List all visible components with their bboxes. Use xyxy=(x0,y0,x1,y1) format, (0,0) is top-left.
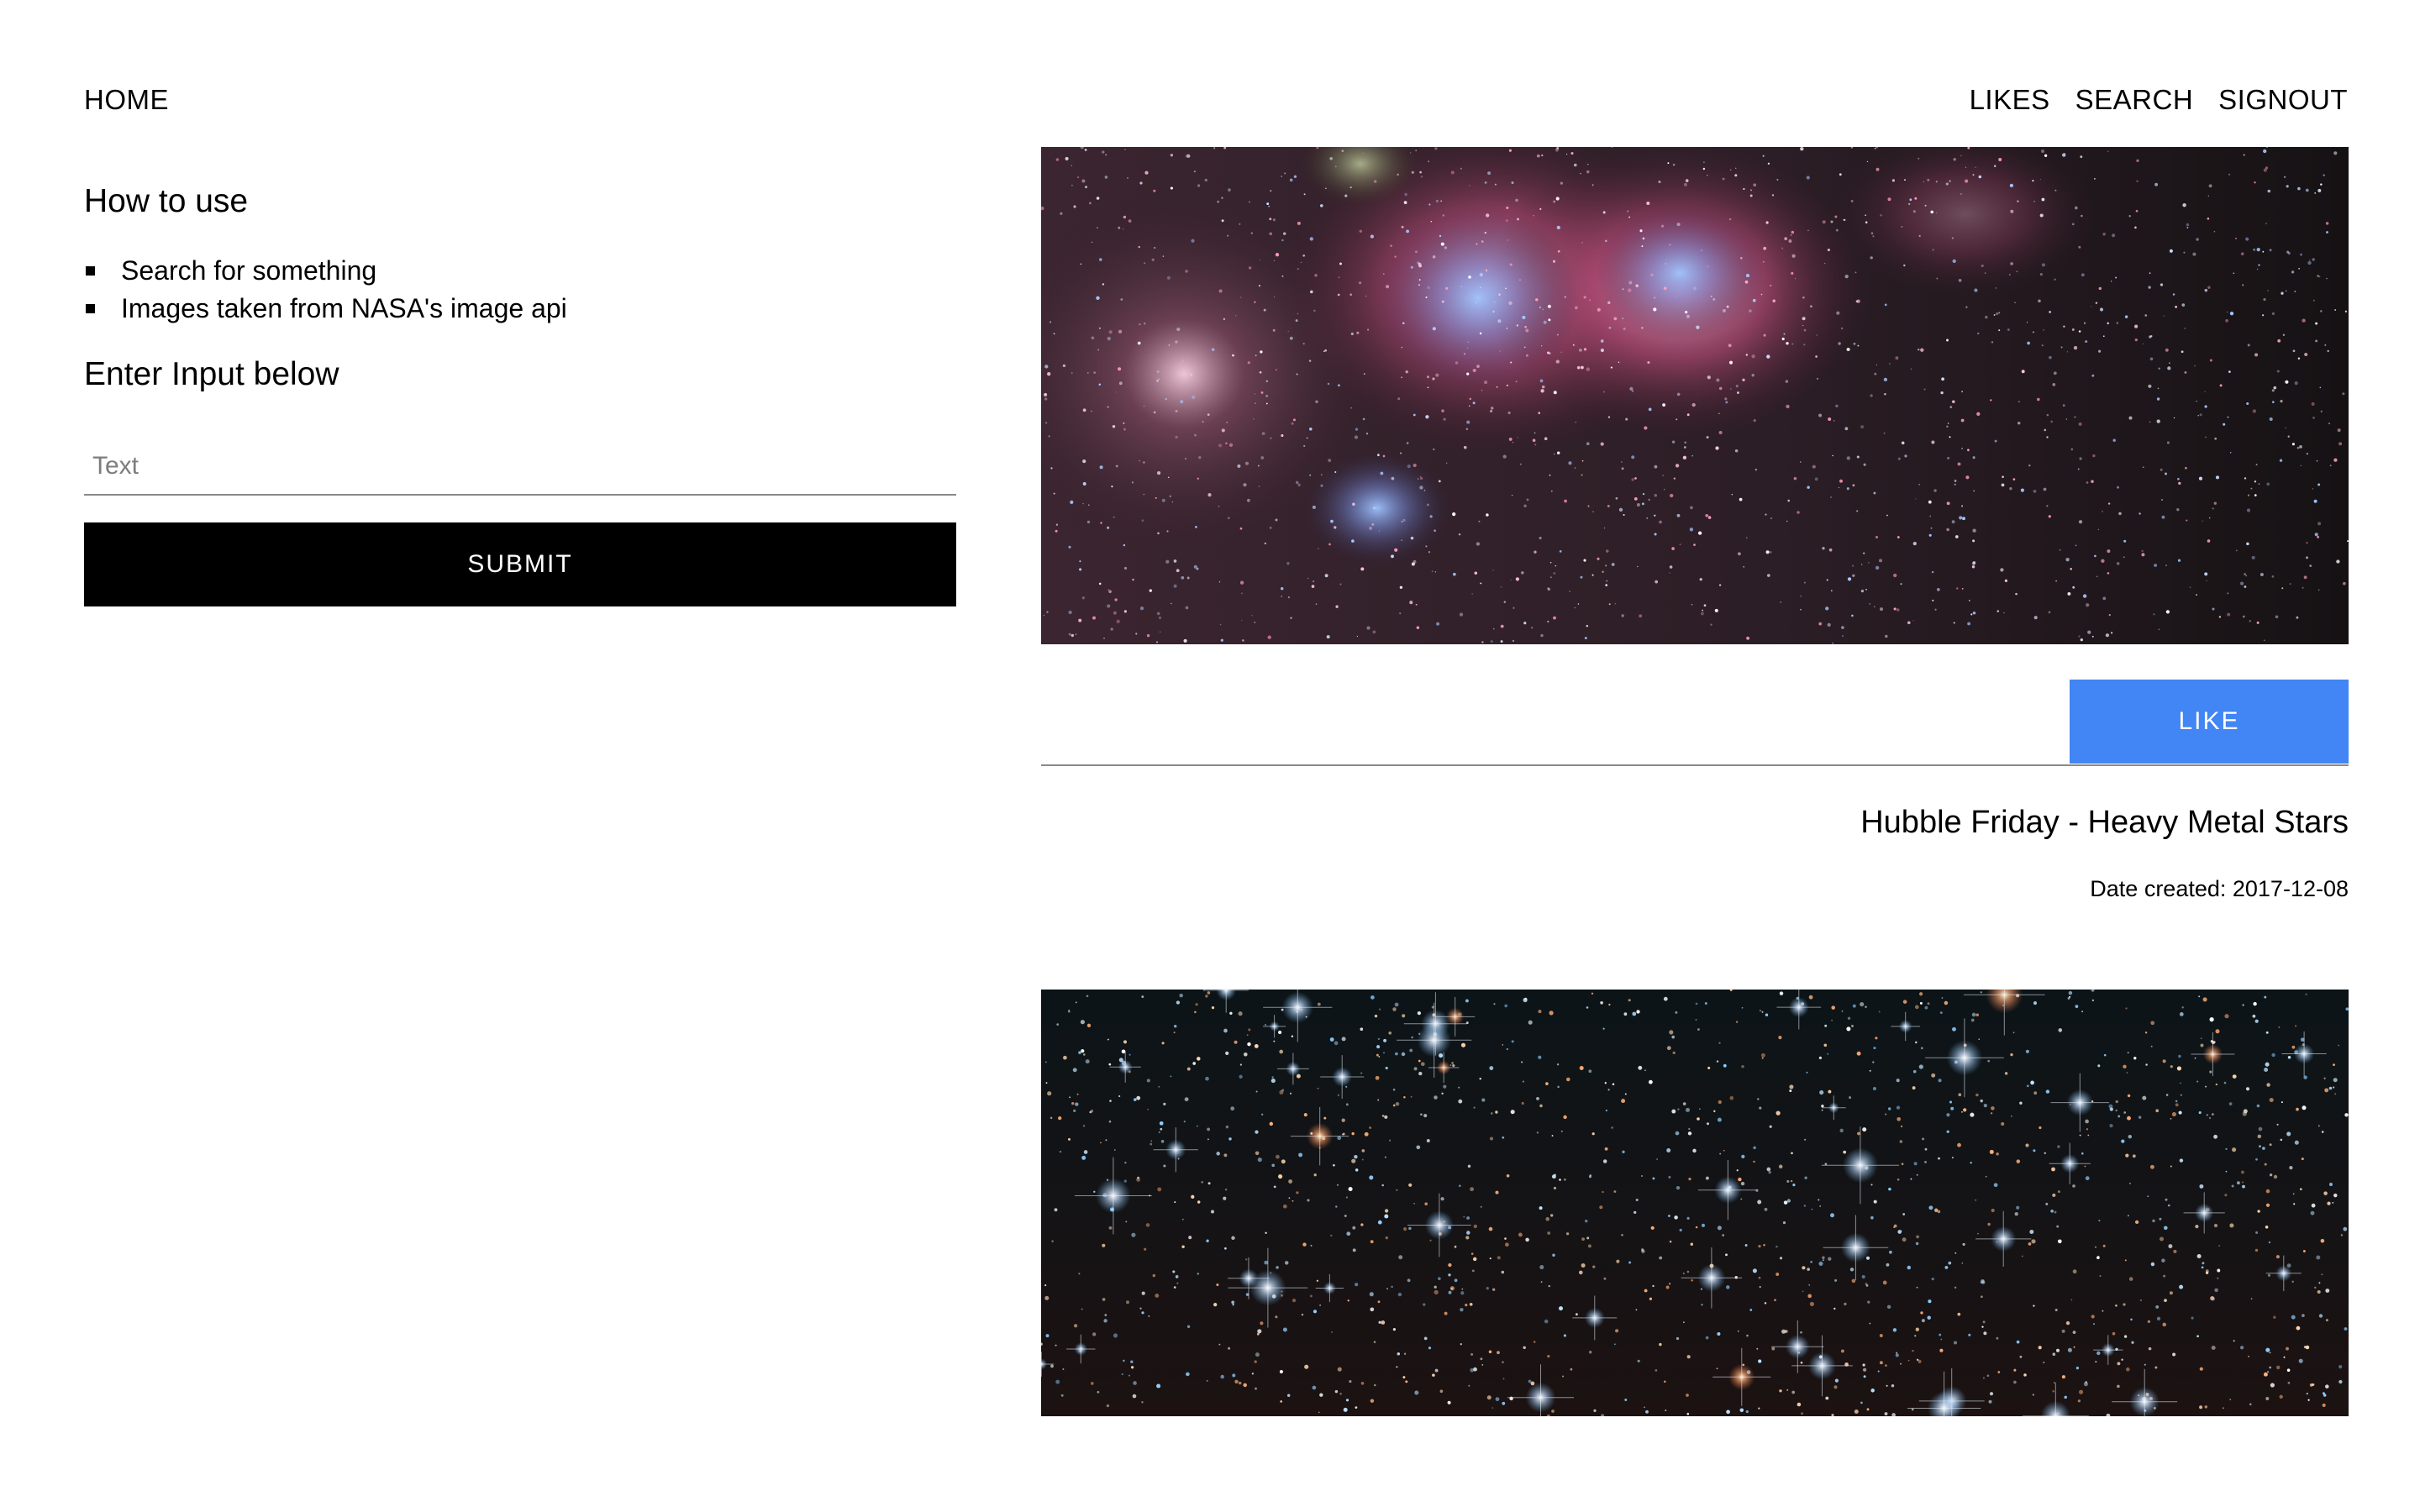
list-item-text: Search for something xyxy=(121,255,377,286)
list-item: Search for something xyxy=(84,252,956,290)
image-title: Hubble Friday - Heavy Metal Stars xyxy=(1860,805,2349,840)
how-to-use-heading: How to use xyxy=(84,183,249,219)
nav-likes-link[interactable]: LIKES xyxy=(1970,84,2050,116)
square-bullet-icon xyxy=(86,266,95,276)
enter-input-heading: Enter Input below xyxy=(84,356,339,392)
image-date: Date created: 2017-12-08 xyxy=(2090,876,2349,901)
nav-signout-link[interactable]: SIGNOUT xyxy=(2218,84,2348,116)
results-panel: LIKE Hubble Friday - Heavy Metal Stars D… xyxy=(1041,147,2349,1416)
result-card: LIKE Hubble Friday - Heavy Metal Stars D… xyxy=(1041,147,2349,1416)
list-item: Images taken from NASA's image api xyxy=(84,290,956,328)
usage-list: Search for something Images taken from N… xyxy=(84,252,956,328)
like-row: LIKE xyxy=(1041,644,2349,766)
nav-home-link[interactable]: HOME xyxy=(84,84,169,116)
square-bullet-icon xyxy=(86,304,95,313)
nav-search-link[interactable]: SEARCH xyxy=(2075,84,2194,116)
search-input[interactable] xyxy=(84,445,956,496)
star-cluster-image xyxy=(1041,990,2349,1416)
list-item-text: Images taken from NASA's image api xyxy=(121,293,567,323)
like-button[interactable]: LIKE xyxy=(2070,680,2349,764)
page: HOME LIKES SEARCH SIGNOUT How to use Sea… xyxy=(0,0,2420,1512)
instructions-panel: How to use Search for something Images t… xyxy=(84,178,956,606)
submit-button[interactable]: SUBMIT xyxy=(84,522,956,606)
nebula-image xyxy=(1041,147,2349,644)
top-nav: LIKES SEARCH SIGNOUT xyxy=(1970,84,2348,116)
